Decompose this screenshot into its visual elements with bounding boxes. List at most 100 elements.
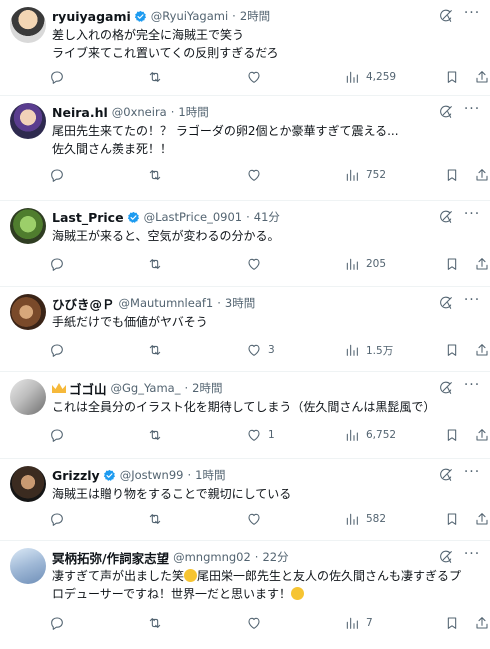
- retweet-button[interactable]: [147, 611, 169, 635]
- display-name[interactable]: Neira.hl: [52, 105, 108, 120]
- handle[interactable]: @mngmng02: [173, 550, 251, 564]
- display-name[interactable]: ryuiyagami: [52, 9, 131, 24]
- handle[interactable]: @Jostwn99: [120, 468, 184, 482]
- views-button[interactable]: 205: [344, 252, 386, 276]
- bookmark-button[interactable]: [444, 252, 460, 276]
- timestamp[interactable]: 1時間: [195, 467, 225, 483]
- views-button[interactable]: 752: [344, 163, 386, 187]
- retweet-button[interactable]: [147, 423, 169, 447]
- views-button[interactable]: 582: [344, 507, 386, 531]
- avatar[interactable]: [10, 208, 46, 244]
- avatar[interactable]: [10, 548, 46, 584]
- share-button[interactable]: [474, 252, 490, 276]
- tweet-line: ライブ来てこれ置いてくの反則すぎるだろ: [52, 46, 279, 60]
- retweet-button[interactable]: [147, 65, 169, 89]
- timestamp[interactable]: 2時間: [240, 8, 270, 24]
- more-icon[interactable]: ···: [462, 102, 482, 118]
- more-icon[interactable]: ···: [462, 378, 482, 394]
- display-name[interactable]: Last_Price: [52, 210, 124, 225]
- reply-button[interactable]: [49, 163, 71, 187]
- views-button[interactable]: 4,259: [344, 65, 396, 89]
- reply-tweet[interactable]: ひびき@Ｐ @Mautumnleaf1 · 3時間 ··· 手紙だけでも価値がヤ…: [0, 287, 490, 372]
- bookmark-button[interactable]: [444, 611, 460, 635]
- grok-icon[interactable]: [438, 104, 454, 120]
- grok-icon[interactable]: [438, 295, 454, 311]
- share-button[interactable]: [474, 65, 490, 89]
- handle[interactable]: @Gg_Yama_: [111, 381, 181, 395]
- share-button[interactable]: [474, 163, 490, 187]
- like-button[interactable]: [246, 252, 268, 276]
- reply-button[interactable]: [49, 338, 71, 362]
- tweet-line: 凄すぎて声が出ました笑 尾田栄一郎先生と友人の佐久間さんも凄すぎるプ: [52, 567, 476, 585]
- reply-tweet[interactable]: 冥柄拓弥/作詞家志望 @mngmng02 · 22分 ··· 凄すぎて声が出まし…: [0, 541, 490, 649]
- reply-tweet[interactable]: Neira.hl @0xneira · 1時間 ··· 尾田先生来てたの！？ ラ…: [0, 96, 490, 201]
- bookmark-button[interactable]: [444, 338, 460, 362]
- views-button[interactable]: 1.5万: [344, 338, 393, 362]
- grok-icon[interactable]: [438, 209, 454, 225]
- grok-icon[interactable]: [438, 380, 454, 396]
- display-name[interactable]: Grizzly: [52, 468, 100, 483]
- retweet-button[interactable]: [147, 338, 169, 362]
- display-name[interactable]: ゴゴ山: [69, 379, 107, 398]
- reply-tweet[interactable]: ゴゴ山 @Gg_Yama_ · 2時間 ··· これは全員分のイラスト化を期待し…: [0, 372, 490, 459]
- handle[interactable]: @0xneira: [112, 105, 167, 119]
- like-button[interactable]: 3: [246, 338, 275, 362]
- tweet-line: ロデューサーですね！世界一だと思います！: [52, 585, 476, 603]
- avatar[interactable]: [10, 103, 46, 139]
- bookmark-button[interactable]: [444, 507, 460, 531]
- retweet-button[interactable]: [147, 163, 169, 187]
- bookmark-icon: [444, 69, 460, 85]
- like-count: 3: [268, 344, 275, 356]
- reply-tweet[interactable]: ryuiyagami @RyuiYagami · 2時間 ··· 差し入れの格が…: [0, 0, 490, 96]
- grok-icon[interactable]: [438, 8, 454, 24]
- like-button[interactable]: 1: [246, 423, 275, 447]
- views-button[interactable]: 7: [344, 611, 373, 635]
- separator: ·: [232, 9, 236, 23]
- bookmark-button[interactable]: [444, 163, 460, 187]
- display-name[interactable]: 冥柄拓弥/作詞家志望: [52, 548, 169, 567]
- more-icon[interactable]: ···: [462, 547, 482, 563]
- more-icon[interactable]: ···: [462, 207, 482, 223]
- like-button[interactable]: [246, 65, 268, 89]
- reply-tweet[interactable]: Last_Price @LastPrice_0901 · 41分 ··· 海賊王…: [0, 201, 490, 287]
- timestamp[interactable]: 22分: [262, 549, 288, 565]
- timestamp[interactable]: 2時間: [192, 380, 222, 396]
- reply-button[interactable]: [49, 252, 71, 276]
- avatar[interactable]: [10, 294, 46, 330]
- like-button[interactable]: [246, 507, 268, 531]
- handle[interactable]: @RyuiYagami: [151, 9, 228, 23]
- share-button[interactable]: [474, 423, 490, 447]
- retweet-button[interactable]: [147, 507, 169, 531]
- retweet-button[interactable]: [147, 252, 169, 276]
- handle[interactable]: @LastPrice_0901: [144, 210, 243, 224]
- bookmark-button[interactable]: [444, 65, 460, 89]
- reply-button[interactable]: [49, 611, 71, 635]
- more-icon[interactable]: ···: [462, 465, 482, 481]
- more-icon[interactable]: ···: [462, 6, 482, 22]
- share-button[interactable]: [474, 611, 490, 635]
- timestamp[interactable]: 3時間: [225, 295, 255, 311]
- share-button[interactable]: [474, 338, 490, 362]
- timestamp[interactable]: 1時間: [178, 104, 208, 120]
- like-button[interactable]: [246, 611, 268, 635]
- tweet-text: これは全員分のイラスト化を期待してしまう（佐久間さんは黒髭風で）: [52, 398, 476, 416]
- more-icon[interactable]: ···: [462, 293, 482, 309]
- like-button[interactable]: [246, 163, 268, 187]
- reply-button[interactable]: [49, 507, 71, 531]
- bookmark-button[interactable]: [444, 423, 460, 447]
- handle[interactable]: @Mautumnleaf1: [119, 296, 214, 310]
- reply-tweet[interactable]: Grizzly @Jostwn99 · 1時間 ··· 海賊王は贈り物をすること…: [0, 459, 490, 541]
- display-name[interactable]: ひびき@Ｐ: [52, 294, 115, 313]
- tweet-text: 海賊王は贈り物をすることで親切にしている: [52, 485, 476, 503]
- timestamp[interactable]: 41分: [254, 209, 280, 225]
- grok-icon[interactable]: [438, 549, 454, 565]
- avatar[interactable]: [10, 7, 46, 43]
- avatar[interactable]: [10, 466, 46, 502]
- views-button[interactable]: 6,752: [344, 423, 396, 447]
- retweet-icon: [147, 615, 163, 631]
- grok-icon[interactable]: [438, 467, 454, 483]
- share-button[interactable]: [474, 507, 490, 531]
- reply-button[interactable]: [49, 423, 71, 447]
- reply-button[interactable]: [49, 65, 71, 89]
- avatar[interactable]: [10, 379, 46, 415]
